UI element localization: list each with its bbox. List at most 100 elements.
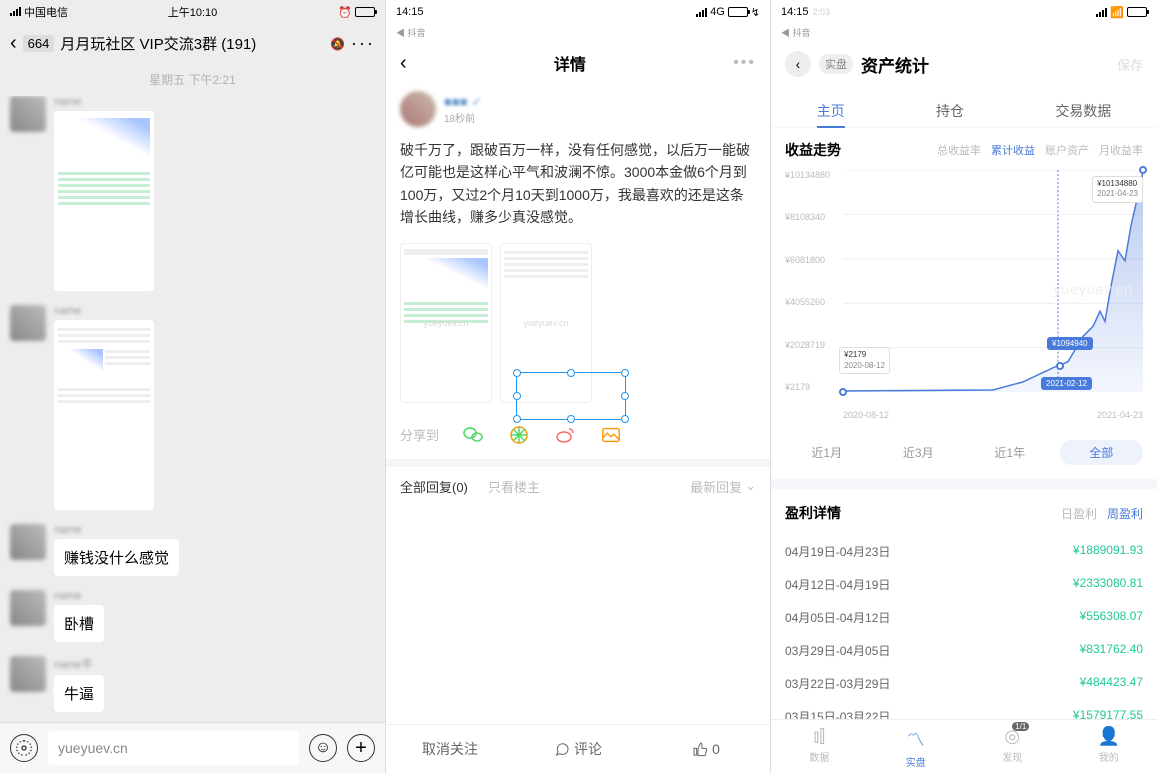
voice-icon[interactable] [10,734,38,762]
nav-data[interactable]: ⫾⫿数据 [771,720,868,773]
chat-title: 月月玩社区 VIP交流3群 (191) [60,33,324,54]
avatar[interactable] [400,91,436,127]
weibo-icon[interactable] [553,423,577,447]
nav-live[interactable]: 〽实盘 [868,720,965,773]
like-button[interactable]: 0 [642,725,770,773]
battery-icon [1127,7,1147,17]
nav-discover[interactable]: 1/1◎发现 [964,720,1061,773]
emoji-icon[interactable]: ☺ [309,734,337,762]
profit-row: 04月05日-04月12日¥556308.07 [785,601,1143,634]
x-axis: 2020-08-122021-04-23 [843,410,1143,420]
status-time: 上午10:10 [168,4,218,20]
profit-row: 03月15日-03月22日¥1579177.55 [785,700,1143,719]
wechat-icon[interactable] [461,423,485,447]
message-text[interactable]: name卧槽 [10,590,375,642]
chart-tooltip-start: ¥21792020-08-12 [839,347,890,374]
watermark: yueyuev.cn [1053,281,1133,297]
tab-all-replies[interactable]: 全部回复(0) [400,477,468,496]
chevron-down-icon: ⌄ [745,478,756,494]
profit-detail-card: 盈利详情 日盈利周盈利 04月19日-04月23日¥1889091.9304月1… [771,489,1157,719]
tab-trades[interactable]: 交易数据 [1055,95,1111,127]
chart-tooltip-mid-date: 2021-02-12 [1041,377,1092,390]
post-image[interactable]: yueyuev.cn [400,243,492,403]
breadcrumb[interactable]: ◀ 抖音 [386,24,770,41]
avatar[interactable] [10,656,46,692]
avatar[interactable] [10,590,46,626]
chart-icon: 〽 [868,726,965,752]
tab-owner-only[interactable]: 只看楼主 [488,477,540,496]
back-icon[interactable]: ‹ [400,52,407,75]
tab-home[interactable]: 主页 [817,95,845,127]
status-bar: 中国电信 上午10:10 ⏰ [0,0,385,24]
back-icon[interactable]: ‹ [785,51,811,77]
message-image[interactable]: name [10,305,375,510]
moments-icon[interactable] [507,423,531,447]
save-button[interactable]: 保存 [1117,55,1143,74]
unfollow-button[interactable]: 取消关注 [386,725,514,773]
image-thumbnail[interactable] [54,320,154,510]
status-bar: 14:15 4G ↯ [386,0,770,24]
message-image[interactable]: name [10,96,375,291]
alarm-icon: ⏰ [338,6,352,19]
trend-card: 收益走势 总收益率 累计收益 账户资产 月收益率 ¥10134880¥81083… [771,128,1157,432]
signal-icon [1096,8,1107,17]
mode-pill: 实盘 [819,54,853,74]
profit-row: 03月29日-04月05日¥831762.40 [785,634,1143,667]
card-title: 收益走势 [785,140,937,160]
period-all[interactable]: 全部 [1060,440,1144,465]
profit-list[interactable]: 04月19日-04月23日¥1889091.9304月12日-04月19日¥23… [785,535,1143,719]
chart-tooltip-end: ¥101348802021-04-23 [1092,176,1143,203]
message-text[interactable]: name平牛逼 [10,656,375,712]
author-row[interactable]: ■■■ ✓ 18秒前 [386,85,770,133]
reply-tabs: 全部回复(0) 只看楼主 最新回复 ⌄ [386,467,770,506]
more-icon[interactable]: ••• [733,54,756,72]
nav-mine[interactable]: 👤我的 [1061,720,1157,773]
back-icon[interactable]: ‹ [10,32,17,55]
chat-header: ‹ 664 月月玩社区 VIP交流3群 (191) 🔕 ··· [0,24,385,63]
avatar[interactable] [10,524,46,560]
more-icon[interactable]: ··· [351,33,375,54]
profit-row: 04月19日-04月23日¥1889091.93 [785,535,1143,568]
selection-box[interactable] [516,372,626,420]
sort-dropdown[interactable]: 最新回复 ⌄ [690,477,756,496]
mute-icon: 🔕 [330,37,345,51]
bottom-nav: ⫾⫿数据 〽实盘 1/1◎发现 👤我的 [771,719,1157,773]
title-bar: ‹ 实盘 资产统计 保存 [771,41,1157,87]
input-bar: yueyuev.cn ☺ + [0,722,385,773]
status-bar: 14:152:03 📶 [771,0,1157,24]
subtab-total-rate[interactable]: 总收益率 [937,142,981,158]
tab-holdings[interactable]: 持仓 [936,95,964,127]
signal-icon [696,8,707,17]
subtab-cum-profit[interactable]: 累计收益 [991,142,1035,158]
y-axis: ¥10134880¥8108340¥6081800 ¥4055260¥20287… [785,170,830,392]
text-input[interactable]: yueyuev.cn [48,731,299,765]
author-name: ■■■ ✓ [444,94,482,110]
page-title: 详情 [554,51,586,75]
message-text[interactable]: name赚钱没什么感觉 [10,524,375,576]
image-icon[interactable] [599,423,623,447]
profit-chart[interactable]: ¥10134880¥8108340¥6081800 ¥4055260¥20287… [785,170,1143,420]
period-3m[interactable]: 近3月 [877,440,961,465]
period-selector: 近1月 近3月 近1年 全部 [771,432,1157,479]
battery-icon [355,7,375,17]
period-1y[interactable]: 近1年 [968,440,1052,465]
profit-row: 04月12日-04月19日¥2333080.81 [785,568,1143,601]
avatar[interactable] [10,96,46,132]
image-thumbnail[interactable] [54,111,154,291]
main-tabs: 主页 持仓 交易数据 [771,87,1157,127]
message-list[interactable]: name name name赚钱没什么感觉 name卧槽 [0,96,385,722]
comment-button[interactable]: 评论 [514,725,642,773]
subtab-asset[interactable]: 账户资产 [1045,142,1089,158]
post-time: 18秒前 [444,110,482,125]
plus-icon[interactable]: + [347,734,375,762]
post-text: 破千万了，跟破百万一样，没有任何感觉，以后万一能破亿可能也是这样心平气和波澜不惊… [386,133,770,235]
candlestick-icon: ⫾⫿ [771,726,868,747]
period-1m[interactable]: 近1月 [785,440,869,465]
subtab-month-rate[interactable]: 月收益率 [1099,142,1143,158]
reply-list[interactable] [386,506,770,724]
tab-week-profit[interactable]: 周盈利 [1107,507,1143,521]
chart-tooltip-mid-value: ¥1094940 [1047,337,1093,350]
tab-day-profit[interactable]: 日盈利 [1061,507,1097,521]
breadcrumb[interactable]: ◀ 抖音 [771,24,1157,41]
avatar[interactable] [10,305,46,341]
